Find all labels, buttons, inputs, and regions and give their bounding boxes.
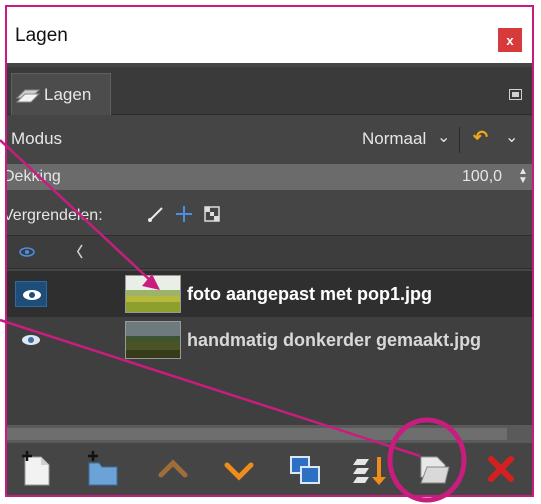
layer-row[interactable]: handmatig donkerder gemaakt.jpg — [7, 317, 532, 363]
anchor-merge-down-icon — [351, 457, 391, 493]
eye-icon[interactable] — [19, 244, 35, 260]
layer-list-header: 〈 — [7, 235, 532, 269]
anchor-merge-down-button[interactable] — [351, 449, 391, 489]
scrollbar-thumb[interactable] — [7, 428, 507, 440]
chevron-down-icon[interactable]: ⌄ — [437, 127, 450, 147]
opacity-slider[interactable]: Dekking 100,0 ▲ ▼ — [7, 164, 532, 190]
eye-icon — [22, 288, 42, 302]
chain-toggle[interactable] — [59, 281, 87, 307]
title-bar: Lagen x — [7, 7, 532, 63]
lock-position-icon[interactable] — [175, 205, 193, 228]
visibility-toggle[interactable] — [15, 327, 47, 353]
new-layer-icon — [17, 451, 57, 493]
window-title: Lagen — [15, 25, 68, 46]
add-layer-mask-icon — [415, 456, 455, 493]
mode-row: Modus Normaal ⌄ ↶ ⌄ — [7, 121, 532, 157]
lock-alpha-icon[interactable] — [203, 205, 221, 228]
tab-layers[interactable]: Lagen — [11, 73, 111, 115]
lower-layer-icon — [219, 462, 259, 493]
tab-label: Lagen — [44, 84, 92, 104]
lower-layer-button[interactable] — [219, 449, 259, 489]
lock-label: Vergrendelen: — [5, 207, 103, 224]
lock-pixels-icon[interactable] — [147, 205, 165, 228]
tab-menu-button[interactable] — [509, 89, 522, 100]
opacity-label: Dekking — [5, 168, 61, 185]
composite-mode-icon[interactable]: ↶ — [473, 127, 488, 148]
layer-name[interactable]: handmatig donkerder gemaakt.jpg — [187, 330, 532, 351]
close-button[interactable]: x — [498, 28, 522, 52]
delete-layer-button[interactable] — [481, 449, 521, 489]
opacity-value[interactable]: 100,0 — [462, 168, 502, 186]
chain-icon[interactable]: 〈 — [69, 242, 83, 262]
raise-layer-icon — [153, 459, 193, 493]
chain-toggle[interactable] — [59, 327, 87, 353]
layer-thumbnail — [125, 321, 181, 359]
dock-tab-bar: Lagen — [7, 67, 532, 115]
delete-layer-icon — [481, 456, 521, 493]
divider — [459, 127, 460, 153]
mode-select[interactable]: Normaal — [362, 129, 426, 149]
layer-thumbnail — [125, 275, 181, 313]
visibility-toggle[interactable] — [15, 281, 47, 307]
new-layer-group-button[interactable] — [83, 449, 123, 489]
close-icon: x — [506, 32, 514, 48]
horizontal-scrollbar[interactable] — [7, 425, 532, 443]
layer-name[interactable]: foto aangepast met pop1.jpg — [187, 284, 532, 305]
layers-toolbar — [7, 443, 532, 495]
opacity-spinner[interactable]: ▲ ▼ — [517, 167, 529, 187]
eye-icon — [21, 333, 41, 347]
add-layer-mask-button[interactable] — [415, 449, 455, 489]
new-layer-button[interactable] — [17, 449, 57, 489]
duplicate-layer-button[interactable] — [285, 449, 325, 489]
chevron-down-icon[interactable]: ⌄ — [505, 127, 518, 147]
layer-row[interactable]: foto aangepast met pop1.jpg — [7, 271, 532, 317]
duplicate-layer-icon — [285, 456, 325, 493]
mode-label: Modus — [11, 129, 63, 148]
layer-list-empty-area — [7, 363, 532, 425]
new-layer-group-icon — [83, 451, 123, 493]
raise-layer-button[interactable] — [153, 449, 193, 489]
layers-icon — [15, 84, 41, 106]
lock-row: Vergrendelen: — [7, 203, 532, 233]
layers-dialog: Lagen x Lagen Modus Normaal ⌄ ↶ ⌄ Dekkin… — [5, 5, 534, 497]
